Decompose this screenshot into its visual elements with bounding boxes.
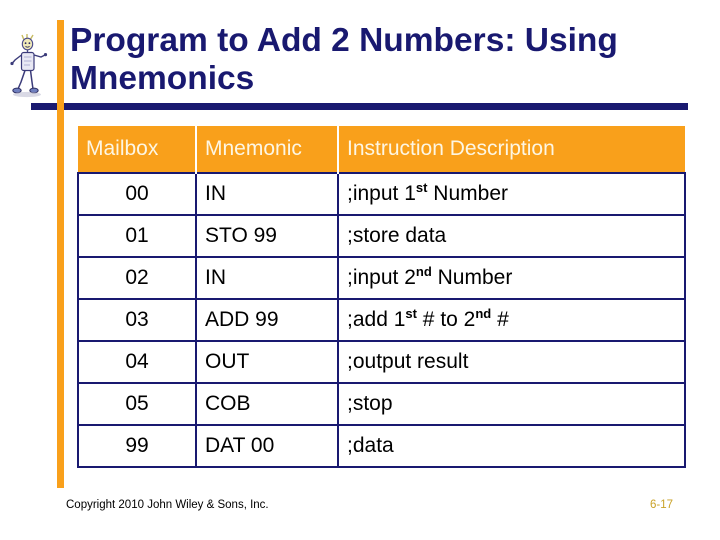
desc-pre: ;input 1 <box>347 182 416 205</box>
desc-post2: # <box>491 308 509 331</box>
cell-mnemonic: ADD 99 <box>195 298 339 342</box>
cell-mnemonic: OUT <box>195 340 339 384</box>
table-row: 99 DAT 00 ;data <box>77 424 686 468</box>
slide-canvas: Program to Add 2 Numbers: Using Mnemonic… <box>0 0 720 540</box>
table-row: 03 ADD 99 ;add 1st # to 2nd # <box>77 298 686 342</box>
desc-pre: ;stop <box>347 392 393 415</box>
desc-pre: ;add 1 <box>347 308 406 331</box>
cell-description: ;store data <box>337 214 686 258</box>
column-header-mnemonic: Mnemonic <box>196 126 339 173</box>
cell-mnemonic: COB <box>195 382 339 426</box>
table-header-row: Mailbox Mnemonic Instruction Description <box>78 126 685 173</box>
cell-description: ;input 2nd Number <box>337 256 686 300</box>
cell-mailbox: 05 <box>77 382 197 426</box>
cell-mnemonic: STO 99 <box>195 214 339 258</box>
table-row: 00 IN ;input 1st Number <box>77 172 686 216</box>
desc-sup: st <box>405 306 417 321</box>
column-header-instruction-description: Instruction Description <box>338 126 685 173</box>
desc-pre: ;input 2 <box>347 266 416 289</box>
table-row: 01 STO 99 ;store data <box>77 214 686 258</box>
stick-figure-icon <box>8 32 54 100</box>
accent-bar <box>57 20 64 488</box>
cell-mailbox: 02 <box>77 256 197 300</box>
desc-post: Number <box>431 266 513 289</box>
cell-description: ;add 1st # to 2nd # <box>337 298 686 342</box>
desc-sup2: nd <box>475 306 492 321</box>
table-row: 04 OUT ;output result <box>77 340 686 384</box>
page-title: Program to Add 2 Numbers: Using Mnemonic… <box>70 22 690 98</box>
cell-mnemonic: DAT 00 <box>195 424 339 468</box>
cell-description: ;input 1st Number <box>337 172 686 216</box>
copyright-notice: Copyright 2010 John Wiley & Sons, Inc. <box>66 499 269 511</box>
cell-description: ;data <box>337 424 686 468</box>
table-row: 02 IN ;input 2nd Number <box>77 256 686 300</box>
desc-pre: ;data <box>347 434 394 457</box>
page-title-text: Program to Add 2 Numbers: Using Mnemonic… <box>70 22 618 97</box>
desc-sup: st <box>415 180 428 195</box>
program-table: Mailbox Mnemonic Instruction Description… <box>77 126 686 468</box>
cell-mailbox: 03 <box>77 298 197 342</box>
desc-post: Number <box>427 182 508 205</box>
desc-pre: ;store data <box>347 224 447 247</box>
column-header-mailbox: Mailbox <box>78 126 197 173</box>
table-row: 05 COB ;stop <box>77 382 686 426</box>
cell-mailbox: 01 <box>77 214 197 258</box>
cell-description: ;stop <box>337 382 686 426</box>
desc-post: # to 2 <box>416 308 476 331</box>
cell-mnemonic: IN <box>195 172 339 216</box>
cell-mailbox: 04 <box>77 340 197 384</box>
desc-pre: ;output result <box>347 350 469 373</box>
cell-description: ;output result <box>337 340 686 384</box>
page-number: 6-17 <box>650 499 674 511</box>
cell-mnemonic: IN <box>195 256 339 300</box>
title-divider <box>31 103 688 110</box>
desc-sup: nd <box>415 264 432 279</box>
table-header: Mailbox Mnemonic Instruction Description <box>78 126 685 173</box>
table-body: 00 IN ;input 1st Number 01 STO 99 ;store… <box>77 172 686 468</box>
cell-mailbox: 99 <box>77 424 197 468</box>
cell-mailbox: 00 <box>77 172 197 216</box>
